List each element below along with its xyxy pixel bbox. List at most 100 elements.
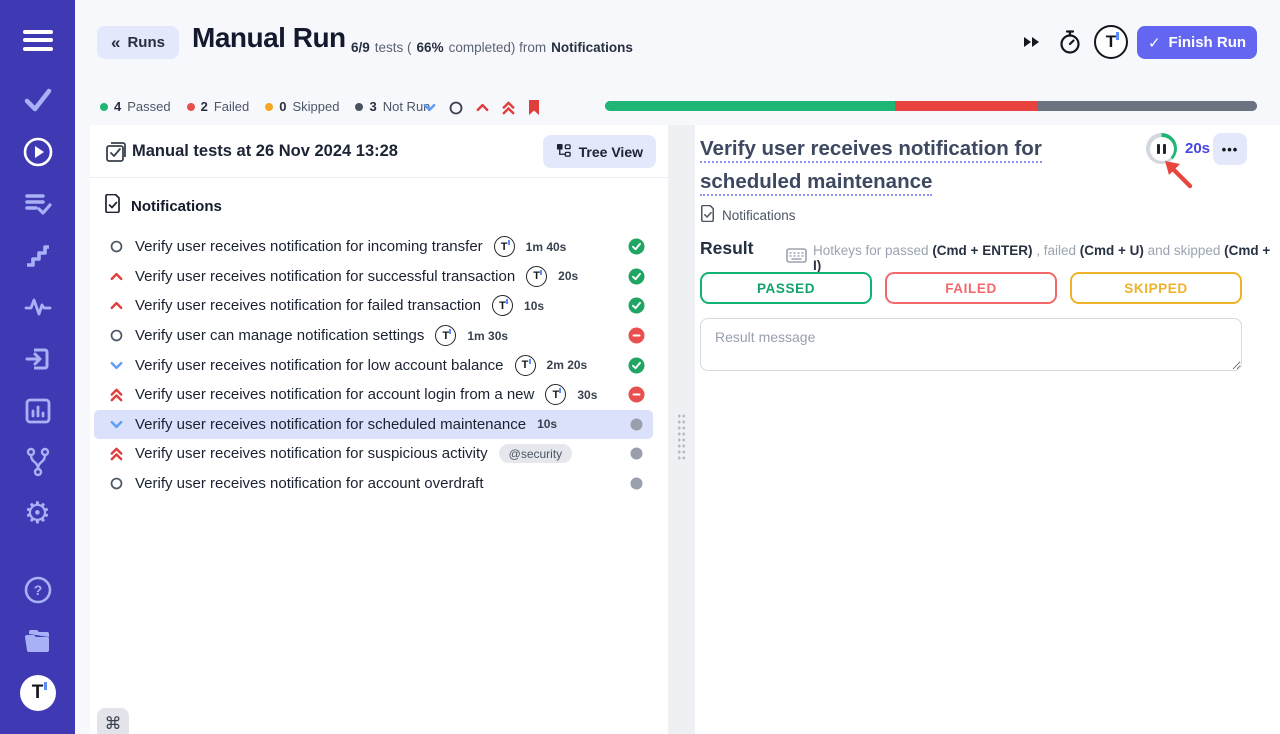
test-row[interactable]: Verify user can manage notification sett… [94,321,653,351]
percent-complete: 66% [417,40,444,55]
steps-icon[interactable] [0,242,75,270]
test-duration: 10s [537,417,557,431]
failed-button[interactable]: FAILED [885,272,1057,304]
passed-button[interactable]: PASSED [700,272,872,304]
finish-run-button[interactable]: ✓ Finish Run [1137,26,1257,59]
import-icon[interactable] [0,344,75,374]
count-skipped[interactable]: 0Skipped [265,99,339,114]
tests-check-icon[interactable] [0,84,75,116]
test-title: Verify user can manage notification sett… [135,327,424,344]
source-suite: Notifications [551,40,633,55]
test-list-panel: Manual tests at 26 Nov 2024 13:28 Tree V… [90,125,668,734]
test-row[interactable]: Verify user receives notification for su… [94,262,653,292]
test-duration: 20s [558,269,578,283]
filter-high-priority-icon[interactable] [475,100,490,115]
verdict-buttons: PASSED FAILED SKIPPED [700,272,1242,304]
projects-folder-icon[interactable] [0,626,75,656]
test-duration: 30s [577,388,597,402]
brand-logo-icon[interactable]: T [0,675,75,711]
filter-normal-priority-icon[interactable] [448,100,464,116]
test-title: Verify user receives notification for sc… [135,416,526,433]
test-duration: 2m 20s [547,358,588,372]
keyboard-icon [786,248,807,268]
filter-highest-priority-icon[interactable] [501,100,516,116]
testomat-badge-icon: T [515,355,536,376]
test-status-icon [628,297,645,314]
suite-doc-icon [104,194,121,218]
help-icon[interactable]: ? [0,574,75,606]
test-row[interactable]: Verify user receives notification for ac… [94,469,653,499]
priority-icon [108,239,124,254]
analytics-icon[interactable] [0,396,75,426]
test-status-icon [628,416,645,433]
filter-low-priority-icon[interactable] [422,100,437,115]
panel-divider [668,125,695,734]
test-title: Verify user receives notification for lo… [135,357,504,374]
priority-icon [108,446,124,462]
test-detail-panel: Verify user receives notification for sc… [695,125,1280,734]
count-failed[interactable]: 2Failed [187,99,250,114]
back-to-runs-label: Runs [127,34,165,51]
elapsed-timer: 20s [1185,140,1210,157]
filter-bookmark-icon[interactable] [527,99,541,116]
count-passed[interactable]: 4Passed [100,99,171,114]
test-row[interactable]: Verify user receives notification for lo… [94,350,653,380]
branches-icon[interactable] [0,447,75,477]
test-status-icon [628,238,645,255]
test-duration: 1m 40s [526,240,567,254]
more-options-button[interactable]: ••• [1213,133,1247,165]
test-tag: @security [499,444,573,463]
test-row[interactable]: Verify user receives notification for su… [94,439,653,469]
test-row[interactable]: Verify user receives notification for sc… [94,410,653,440]
test-list: Verify user receives notification for in… [90,228,668,498]
skipped-button[interactable]: SKIPPED [1070,272,1242,304]
progress-segment-passed [605,101,895,111]
stopwatch-icon[interactable] [1058,29,1082,58]
priority-icon [108,298,124,313]
test-status-icon [628,445,645,462]
test-status-icon [628,475,645,492]
settings-gear-icon[interactable]: ⚙ [0,497,75,531]
priority-icon [108,269,124,284]
hotkey-command-button[interactable]: ⌘ [97,708,129,734]
pulse-icon[interactable] [0,294,75,320]
test-title: Verify user receives notification for su… [135,445,488,462]
suite-folder-label: Notifications [131,198,222,215]
test-plans-icon[interactable] [0,190,75,218]
page-title: Manual Run [192,22,346,54]
detail-breadcrumb[interactable]: Notifications [700,205,796,225]
testomat-badge-icon: T [526,266,547,287]
count-notrun[interactable]: 3Not Run [355,99,430,114]
test-row[interactable]: Verify user receives notification for in… [94,232,653,262]
app-window: ⚙ ? T « Runs Manual Run 6/9 tests ( 66% … [0,0,1280,734]
hotkeys-text: Hotkeys for passed (Cmd + ENTER) , faile… [813,243,1280,273]
testomat-badge-icon: T [492,295,513,316]
menu-icon[interactable] [0,22,75,58]
result-message-input[interactable] [700,318,1242,371]
suite-folder-row[interactable]: Notifications [90,178,668,228]
result-heading: Result [700,238,753,259]
test-row[interactable]: Verify user receives notification for ac… [94,380,653,410]
fast-forward-icon[interactable] [1022,33,1041,54]
test-title: Verify user receives notification for fa… [135,297,481,314]
run-header: Manual tests at 26 Nov 2024 13:28 Tree V… [90,125,668,178]
app-logo-icon: T [1094,25,1128,59]
test-duration: 1m 30s [467,329,508,343]
test-row[interactable]: Verify user receives notification for fa… [94,291,653,321]
test-status-icon [628,357,645,374]
panel-resize-handle[interactable] [677,413,686,461]
test-status-icon [628,327,645,344]
tree-view-button[interactable]: Tree View [543,135,656,168]
checklist-icon [104,140,128,169]
priority-icon [108,328,124,343]
back-to-runs-button[interactable]: « Runs [97,26,179,59]
testomat-badge-icon: T [545,384,566,405]
run-play-icon[interactable] [0,136,75,168]
tests-ratio: 6/9 [351,40,370,55]
progress-segment-failed [895,101,1037,111]
run-progress-summary: 6/9 tests ( 66% completed) from Notifica… [351,40,633,55]
priority-icon [108,476,124,491]
sidebar: ⚙ ? T [0,0,75,734]
check-icon: ✓ [1148,34,1161,52]
progress-segment-not_run [1037,101,1257,111]
